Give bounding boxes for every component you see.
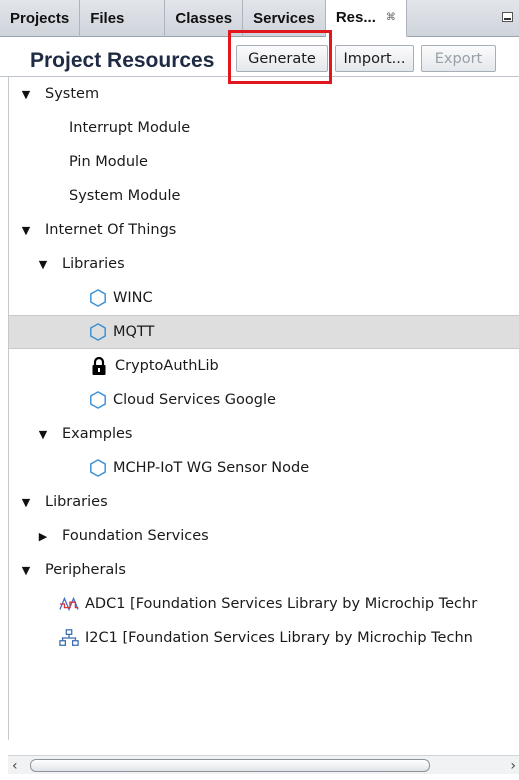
- tree-node-system[interactable]: ▼ System: [9, 77, 519, 111]
- tree-item-cryptoauthlib[interactable]: CryptoAuthLib: [9, 349, 519, 383]
- scrollbar-thumb[interactable]: [30, 759, 430, 772]
- page-title: Project Resources: [30, 49, 215, 72]
- hexagon-icon: [90, 459, 106, 477]
- export-button: Export: [421, 45, 496, 72]
- expand-down-icon[interactable]: ▼: [19, 88, 33, 101]
- tree-item-system-module[interactable]: System Module: [9, 179, 519, 213]
- scroll-right-icon[interactable]: ›: [510, 758, 516, 774]
- expand-down-icon[interactable]: ▼: [19, 496, 33, 509]
- minimize-icon[interactable]: [502, 12, 513, 22]
- expand-down-icon[interactable]: ▼: [19, 564, 33, 577]
- tab-files[interactable]: Files: [80, 0, 166, 37]
- expand-down-icon[interactable]: ▼: [36, 428, 50, 441]
- tree-node-libraries[interactable]: ▼ Libraries: [9, 485, 519, 519]
- hexagon-icon: [90, 391, 106, 409]
- tree-node-foundation-services[interactable]: ▶ Foundation Services: [9, 519, 519, 553]
- tab-close-icon[interactable]: ⌘: [386, 12, 396, 23]
- tree-item-i2c1[interactable]: I2C1 [Foundation Services Library by Mic…: [9, 621, 519, 655]
- tree-item-interrupt-module[interactable]: Interrupt Module: [9, 111, 519, 145]
- lock-icon: [92, 356, 106, 375]
- scroll-left-icon[interactable]: ‹: [12, 758, 18, 774]
- tree-node-examples[interactable]: ▼ Examples: [9, 417, 519, 451]
- resource-tree: ▼ System Interrupt Module Pin Module Sys…: [8, 77, 519, 740]
- tree-item-adc1[interactable]: ADC1 [Foundation Services Library by Mic…: [9, 587, 519, 621]
- tab-resources[interactable]: Res... ⌘: [325, 0, 407, 37]
- hexagon-icon: [90, 323, 106, 341]
- expand-down-icon[interactable]: ▼: [19, 224, 33, 237]
- horizontal-scrollbar[interactable]: ‹ ›: [8, 755, 519, 774]
- hexagon-icon: [90, 289, 106, 307]
- adc-waveform-icon: [59, 596, 79, 612]
- generate-highlight-box: [228, 30, 332, 84]
- tree-node-internet-of-things[interactable]: ▼ Internet Of Things: [9, 213, 519, 247]
- tree-item-sensor-node[interactable]: MCHP-IoT WG Sensor Node: [9, 451, 519, 485]
- import-button[interactable]: Import...: [335, 45, 414, 72]
- tree-node-peripherals[interactable]: ▼ Peripherals: [9, 553, 519, 587]
- tree-item-mqtt[interactable]: MQTT: [9, 315, 519, 349]
- expand-down-icon[interactable]: ▼: [36, 258, 50, 271]
- tab-projects[interactable]: Projects: [0, 0, 81, 37]
- network-bus-icon: [59, 629, 79, 646]
- tree-item-winc[interactable]: WINC: [9, 281, 519, 315]
- tree-item-cloud-services-google[interactable]: Cloud Services Google: [9, 383, 519, 417]
- tree-item-pin-module[interactable]: Pin Module: [9, 145, 519, 179]
- tree-node-iot-libraries[interactable]: ▼ Libraries: [9, 247, 519, 281]
- expand-right-icon[interactable]: ▶: [36, 530, 50, 543]
